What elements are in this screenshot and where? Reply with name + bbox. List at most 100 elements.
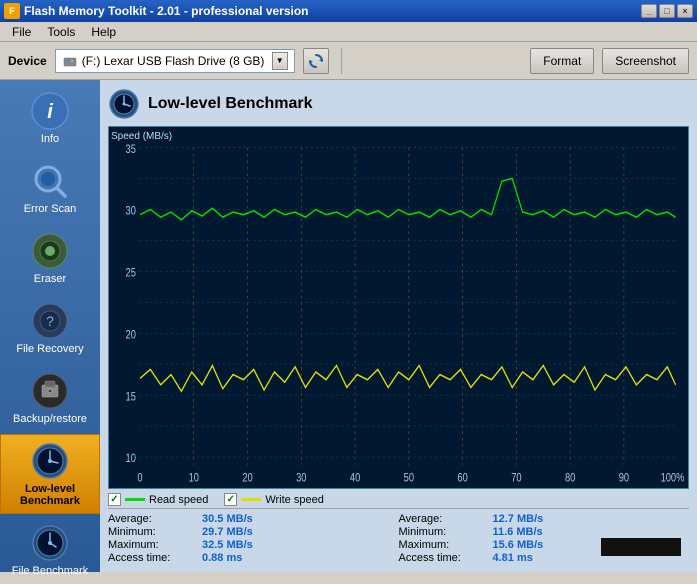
main-content: i Info Error Scan	[0, 80, 697, 572]
screenshot-button[interactable]: Screenshot	[602, 48, 689, 74]
minimize-button[interactable]: _	[641, 4, 657, 18]
title-controls[interactable]: _ □ ×	[641, 4, 693, 18]
sidebar-label-eraser: Eraser	[34, 273, 66, 285]
stats-container: Average: 30.5 MB/s Minimum: 29.7 MB/s Ma…	[108, 508, 689, 564]
sidebar-label-info: Info	[41, 133, 59, 145]
write-speed-color	[241, 498, 261, 501]
close-button[interactable]: ×	[677, 4, 693, 18]
svg-text:35: 35	[126, 143, 136, 156]
write-maximum-label: Maximum:	[399, 539, 489, 551]
write-minimum-value: 11.6 MB/s	[493, 526, 543, 538]
svg-text:30: 30	[126, 205, 136, 218]
refresh-icon	[307, 52, 325, 70]
read-minimum-row: Minimum: 29.7 MB/s	[108, 526, 399, 538]
device-text: (F:) Lexar USB Flash Drive (8 GB)	[82, 54, 268, 68]
toolbar: Device (F:) Lexar USB Flash Drive (8 GB)…	[0, 42, 697, 80]
device-label: Device	[8, 54, 47, 68]
read-average-label: Average:	[108, 513, 198, 525]
title-bar: F Flash Memory Toolkit - 2.01 - professi…	[0, 0, 697, 22]
app-title: Flash Memory Toolkit - 2.01 - profession…	[24, 4, 309, 18]
content-header: Low-level Benchmark	[108, 88, 689, 120]
read-access-time-row: Access time: 0.88 ms	[108, 552, 399, 564]
y-axis-label: Speed (MB/s)	[111, 131, 172, 142]
svg-text:20: 20	[126, 329, 136, 342]
eraser-icon	[30, 231, 70, 271]
legend-write: ✓ Write speed	[224, 493, 324, 506]
sidebar-item-info[interactable]: i Info	[0, 84, 100, 152]
file-recovery-icon: ?	[30, 301, 70, 341]
error-scan-icon	[30, 161, 70, 201]
write-minimum-label: Minimum:	[399, 526, 489, 538]
sidebar-label-file-benchmark: File Benchmark	[12, 565, 88, 577]
write-average-row: Average: 12.7 MB/s	[399, 513, 690, 525]
chart-legend: ✓ Read speed ✓ Write speed	[108, 489, 689, 508]
chart-svg: 35 30 25 20 15 10 0 10 20 30 40 50 60 70…	[109, 127, 688, 488]
menu-help[interactable]: Help	[83, 23, 124, 41]
svg-text:100%: 100%	[661, 472, 685, 485]
svg-text:40: 40	[350, 472, 360, 485]
drive-icon	[62, 53, 78, 69]
menu-bar: File Tools Help	[0, 22, 697, 42]
svg-text:60: 60	[457, 472, 467, 485]
svg-text:90: 90	[619, 472, 629, 485]
sidebar-label-low-level-benchmark: Low-level Benchmark	[5, 483, 95, 507]
legend-read: ✓ Read speed	[108, 493, 208, 506]
write-speed-label: Write speed	[265, 494, 324, 506]
sidebar-label-error-scan: Error Scan	[24, 203, 77, 215]
sidebar-item-eraser[interactable]: Eraser	[0, 224, 100, 292]
info-icon: i	[30, 91, 70, 131]
menu-file[interactable]: File	[4, 23, 39, 41]
write-maximum-value: 15.6 MB/s	[493, 539, 544, 551]
sidebar-label-file-recovery: File Recovery	[16, 343, 83, 355]
read-access-time-label: Access time:	[108, 552, 198, 564]
menu-tools[interactable]: Tools	[39, 23, 83, 41]
read-minimum-value: 29.7 MB/s	[202, 526, 253, 538]
maximize-button[interactable]: □	[659, 4, 675, 18]
read-maximum-value: 32.5 MB/s	[202, 539, 253, 551]
svg-text:70: 70	[511, 472, 521, 485]
device-dropdown-button[interactable]: ▼	[272, 52, 288, 70]
svg-text:10: 10	[189, 472, 199, 485]
write-speed-checkbox[interactable]: ✓	[224, 493, 237, 506]
redacted-bar	[601, 538, 681, 556]
sidebar-item-file-recovery[interactable]: ? File Recovery	[0, 294, 100, 362]
sidebar-label-backup-restore: Backup/restore	[13, 413, 87, 425]
read-average-value: 30.5 MB/s	[202, 513, 253, 525]
svg-text:25: 25	[126, 267, 136, 280]
content-title: Low-level Benchmark	[148, 95, 313, 113]
sidebar: i Info Error Scan	[0, 80, 100, 572]
write-average-label: Average:	[399, 513, 489, 525]
write-stats: Average: 12.7 MB/s Minimum: 11.6 MB/s Ma…	[399, 513, 690, 564]
read-speed-color	[125, 498, 145, 501]
sidebar-item-low-level-benchmark[interactable]: Low-level Benchmark	[0, 434, 100, 514]
read-average-row: Average: 30.5 MB/s	[108, 513, 399, 525]
sidebar-item-error-scan[interactable]: Error Scan	[0, 154, 100, 222]
svg-text:20: 20	[242, 472, 252, 485]
svg-text:50: 50	[404, 472, 414, 485]
read-stats: Average: 30.5 MB/s Minimum: 29.7 MB/s Ma…	[108, 513, 399, 564]
svg-text:i: i	[47, 101, 53, 123]
benchmark-chart: Speed (MB/s)	[108, 126, 689, 489]
read-maximum-row: Maximum: 32.5 MB/s	[108, 539, 399, 551]
app-icon: F	[4, 3, 20, 19]
read-maximum-label: Maximum:	[108, 539, 198, 551]
svg-text:80: 80	[565, 472, 575, 485]
title-bar-left: F Flash Memory Toolkit - 2.01 - professi…	[4, 3, 309, 19]
sidebar-item-backup-restore[interactable]: Backup/restore	[0, 364, 100, 432]
read-speed-checkbox[interactable]: ✓	[108, 493, 121, 506]
read-minimum-label: Minimum:	[108, 526, 198, 538]
device-selector[interactable]: (F:) Lexar USB Flash Drive (8 GB) ▼	[55, 49, 295, 73]
content-area: Low-level Benchmark Speed (MB/s)	[100, 80, 697, 572]
low-level-benchmark-icon	[30, 441, 70, 481]
file-benchmark-icon	[30, 523, 70, 563]
svg-text:30: 30	[296, 472, 306, 485]
svg-text:10: 10	[126, 452, 136, 465]
write-access-time-value: 4.81 ms	[493, 552, 533, 564]
backup-restore-icon	[30, 371, 70, 411]
refresh-button[interactable]	[303, 48, 329, 74]
write-average-value: 12.7 MB/s	[493, 513, 544, 525]
svg-text:0: 0	[137, 472, 142, 485]
format-button[interactable]: Format	[530, 48, 594, 74]
sidebar-item-file-benchmark[interactable]: File Benchmark	[0, 516, 100, 584]
write-access-time-label: Access time:	[399, 552, 489, 564]
